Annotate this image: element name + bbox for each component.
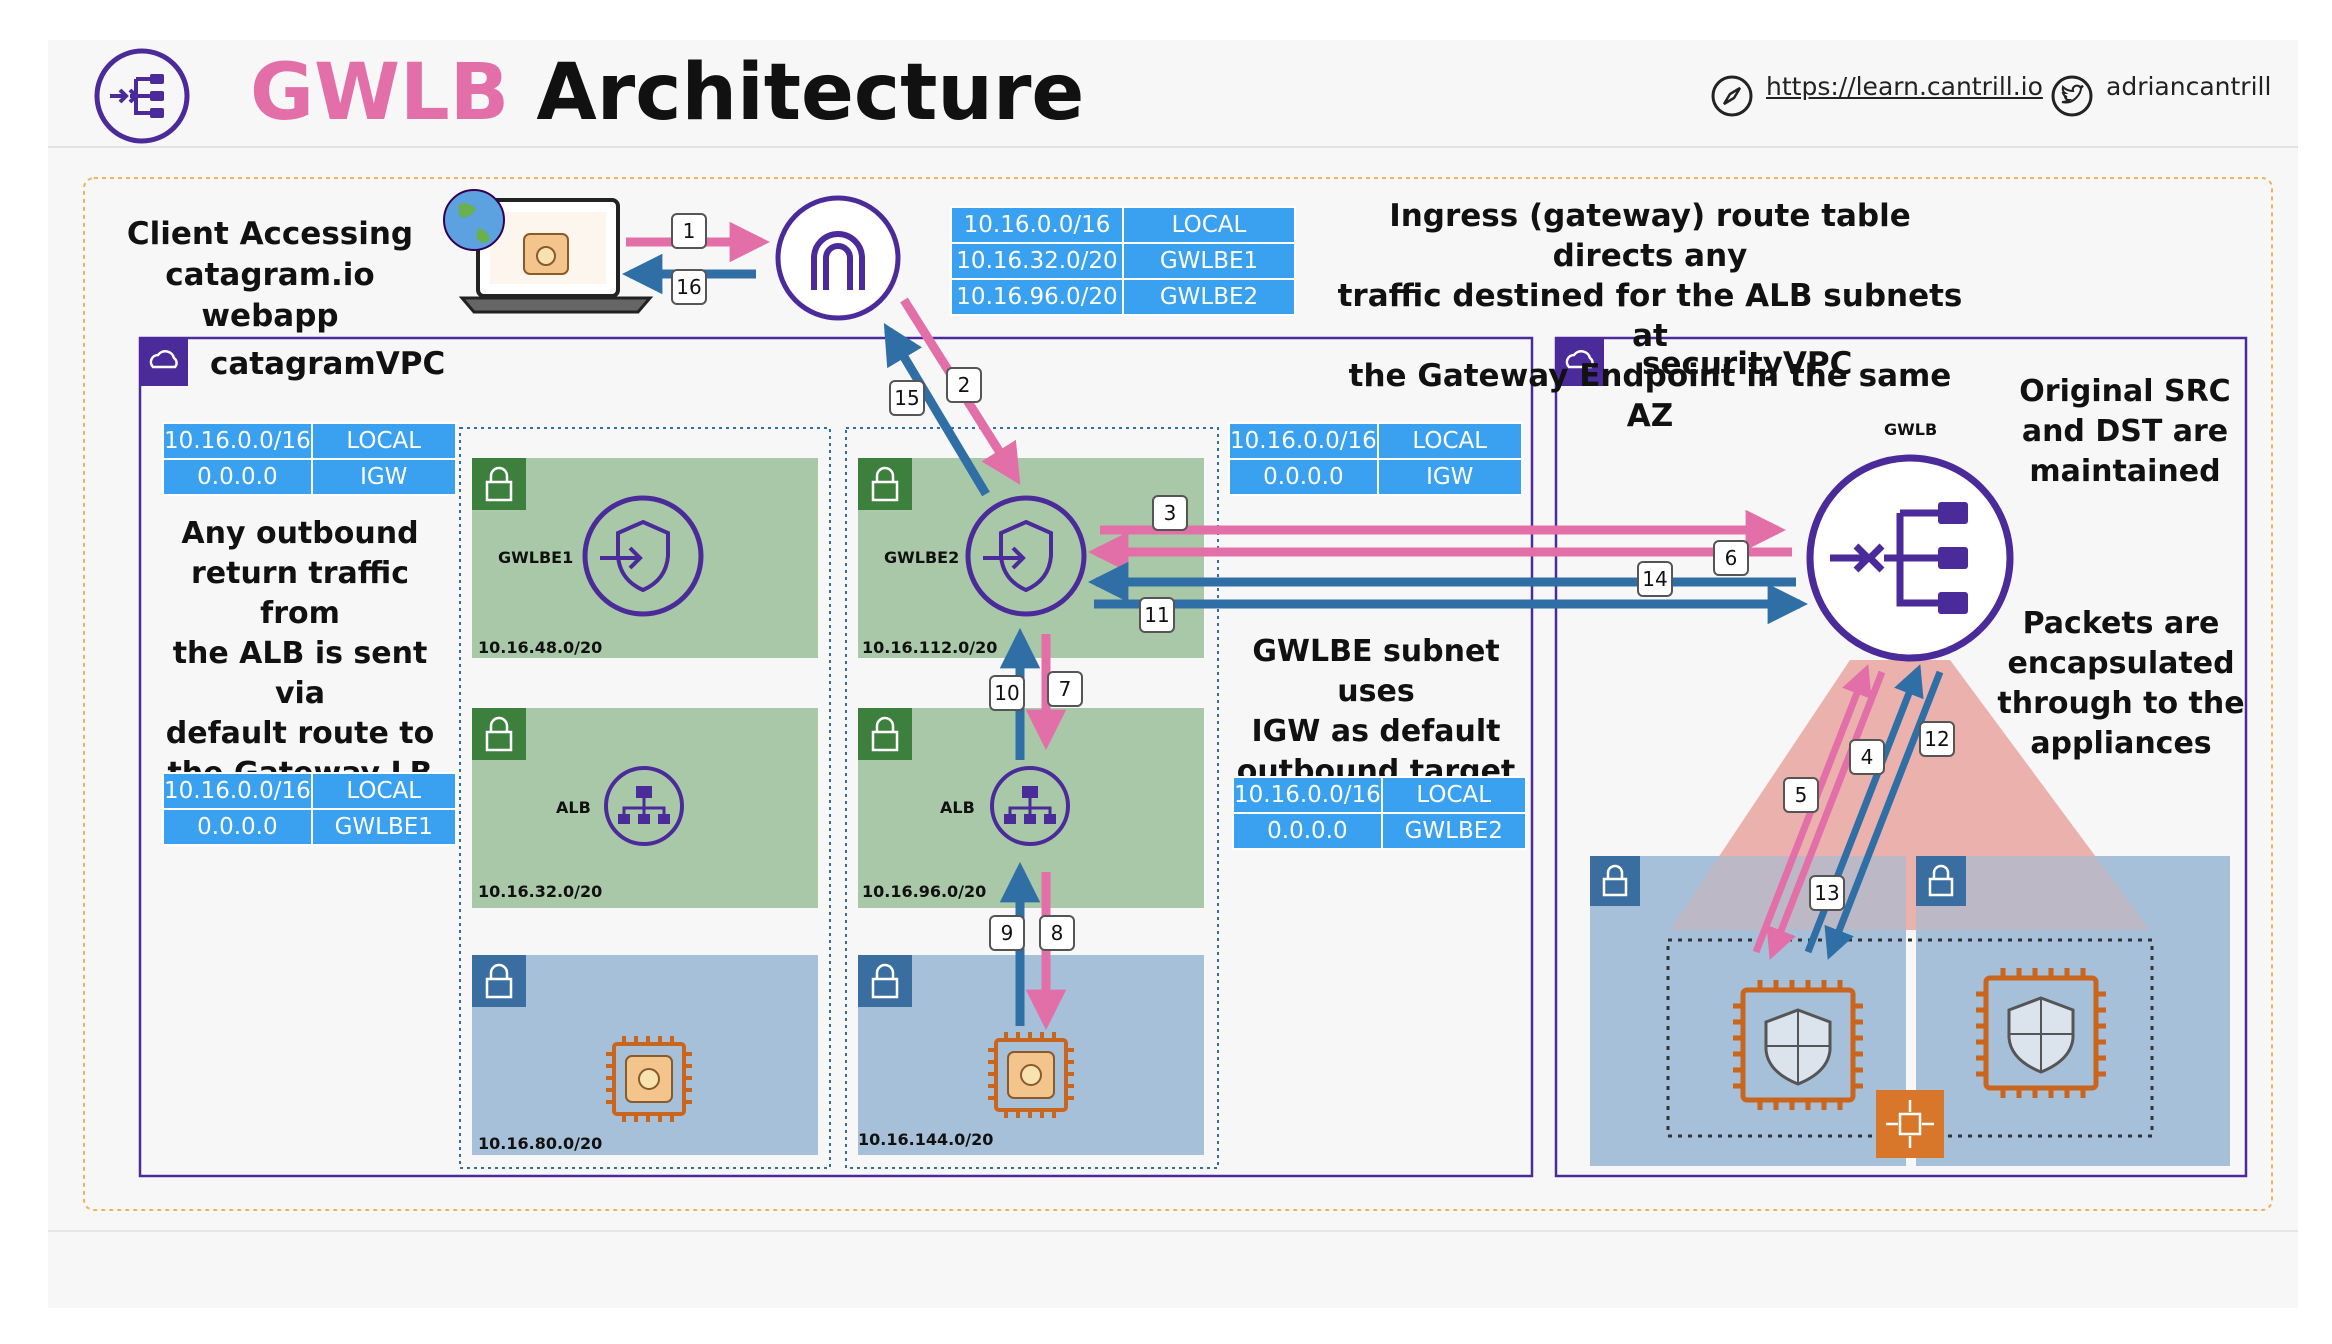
step-badge-15: 15 bbox=[889, 380, 925, 416]
route-row: 0.0.0.0 IGW bbox=[162, 458, 457, 496]
route-row: 0.0.0.0 GWLBE2 bbox=[1232, 812, 1527, 850]
svg-text:10: 10 bbox=[994, 681, 1019, 705]
subnet-cidr: 10.16.96.0/20 bbox=[862, 882, 987, 901]
step-badge-4: 4 bbox=[1849, 739, 1885, 775]
gwlbe2-label: GWLBE2 bbox=[884, 548, 960, 567]
route-row: 0.0.0.0 IGW bbox=[1228, 458, 1523, 496]
subnet-cidr: 10.16.32.0/20 bbox=[478, 882, 603, 901]
src-dst-note: Original SRC and DST are maintained bbox=[2019, 374, 2231, 489]
gwlbe1-label: GWLBE1 bbox=[498, 548, 574, 567]
svg-text:2: 2 bbox=[958, 373, 971, 397]
step-badge-3: 3 bbox=[1152, 495, 1188, 531]
subnet-cidr: 10.16.80.0/20 bbox=[478, 1134, 603, 1153]
route-row: 10.16.0.0/16 LOCAL bbox=[1228, 422, 1523, 460]
svg-text:11: 11 bbox=[1144, 603, 1169, 627]
ingress-note: Ingress (gateway) route table directs an… bbox=[1337, 198, 1963, 434]
svg-text:6: 6 bbox=[1725, 546, 1738, 570]
svg-text:9: 9 bbox=[1001, 921, 1014, 945]
subnet-cidr: 10.16.112.0/20 bbox=[862, 638, 998, 657]
az2-alb-route-table: 10.16.0.0/16 LOCAL 0.0.0.0 GWLBE2 bbox=[1232, 776, 1527, 850]
gwlb-label: GWLB bbox=[1884, 420, 1938, 439]
step-badge-6: 6 bbox=[1713, 540, 1749, 576]
svg-text:5: 5 bbox=[1795, 783, 1808, 807]
step-badge-11: 11 bbox=[1139, 597, 1175, 633]
catagram-vpc-title: catagramVPC bbox=[210, 346, 446, 382]
svg-text:12: 12 bbox=[1924, 727, 1949, 751]
step-badge-1: 1 bbox=[671, 213, 707, 249]
route-row: 10.16.32.0/20 GWLBE1 bbox=[950, 242, 1296, 280]
svg-text:8: 8 bbox=[1051, 921, 1064, 945]
step-badge-13: 13 bbox=[1809, 875, 1845, 911]
svg-text:16: 16 bbox=[676, 275, 701, 299]
route-row: 0.0.0.0 GWLBE1 bbox=[162, 808, 457, 846]
svg-text:7: 7 bbox=[1059, 677, 1072, 701]
subnet-cidr: 10.16.48.0/20 bbox=[478, 638, 603, 657]
step-badge-2: 2 bbox=[946, 367, 982, 403]
gwlbe-subnet-note: GWLBE subnet uses IGW as default outboun… bbox=[1236, 634, 1516, 789]
security-vpc-title: securityVPC bbox=[1642, 346, 1853, 382]
step-badge-16: 16 bbox=[671, 269, 707, 305]
client-label: Client Accessing catagram.io webapp bbox=[126, 216, 414, 334]
step-badge-5: 5 bbox=[1783, 777, 1819, 813]
step-badge-14: 14 bbox=[1637, 561, 1673, 597]
encapsulation-note: Packets are encapsulated through to the … bbox=[1997, 606, 2245, 761]
route-row: 10.16.0.0/16 LOCAL bbox=[1232, 776, 1527, 814]
subnet-cidr: 10.16.144.0/20 bbox=[858, 1130, 994, 1149]
step-badge-8: 8 bbox=[1039, 915, 1075, 951]
svg-text:14: 14 bbox=[1642, 567, 1667, 591]
route-row: 10.16.0.0/16 LOCAL bbox=[162, 422, 457, 460]
alb-label: ALB bbox=[556, 798, 591, 817]
svg-text:3: 3 bbox=[1164, 501, 1177, 525]
az2-gwlbe-route-table: 10.16.0.0/16 LOCAL 0.0.0.0 IGW bbox=[1228, 422, 1523, 496]
svg-text:4: 4 bbox=[1861, 745, 1874, 769]
svg-text:15: 15 bbox=[894, 386, 919, 410]
gwlbe-subnet-route-table: 10.16.0.0/16 LOCAL 0.0.0.0 IGW bbox=[162, 422, 457, 496]
route-row: 10.16.0.0/16 LOCAL bbox=[162, 772, 457, 810]
alb-label: ALB bbox=[940, 798, 975, 817]
step-badge-10: 10 bbox=[989, 675, 1025, 711]
internet-gateway-icon bbox=[775, 195, 901, 321]
step-badge-7: 7 bbox=[1047, 671, 1083, 707]
step-badge-12: 12 bbox=[1919, 721, 1955, 757]
ingress-route-table: 10.16.0.0/16 LOCAL 10.16.32.0/20 GWLBE1 10… bbox=[950, 206, 1296, 316]
alb-subnet-route-table: 10.16.0.0/16 LOCAL 0.0.0.0 GWLBE1 bbox=[162, 772, 457, 846]
route-row: 10.16.0.0/16 LOCAL bbox=[950, 206, 1296, 244]
step-badge-9: 9 bbox=[989, 915, 1025, 951]
laptop-icon bbox=[443, 189, 654, 314]
catagram-vpc-badge bbox=[140, 338, 188, 386]
svg-text:13: 13 bbox=[1814, 881, 1839, 905]
svg-text:1: 1 bbox=[683, 219, 696, 243]
route-row: 10.16.96.0/20 GWLBE2 bbox=[950, 278, 1296, 316]
